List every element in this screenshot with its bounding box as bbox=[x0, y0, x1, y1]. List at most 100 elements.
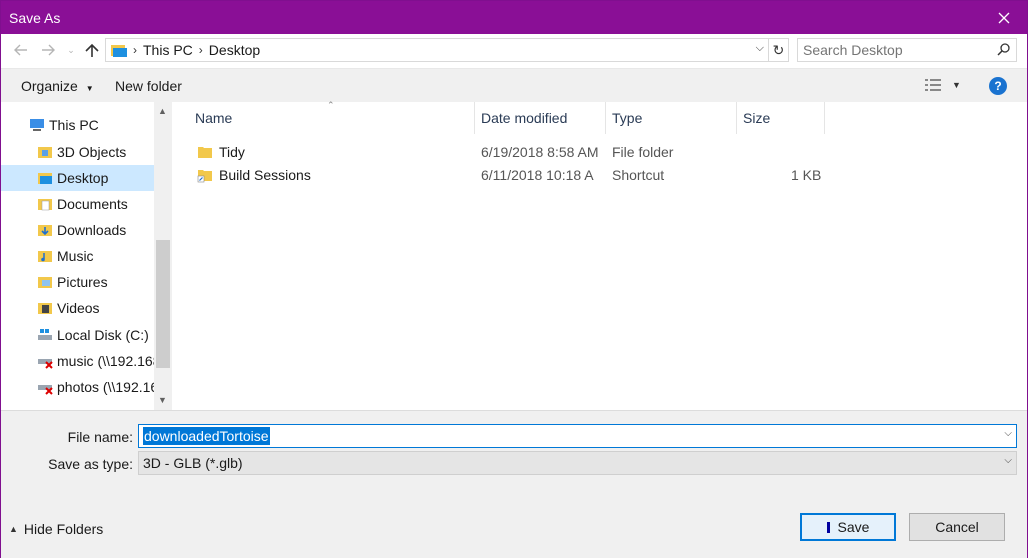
file-name: Tidy bbox=[219, 144, 245, 160]
sidebar-item-downloads[interactable]: Downloads bbox=[1, 217, 154, 243]
refresh-button[interactable]: ↻ bbox=[769, 38, 789, 62]
sidebar-item-label: Documents bbox=[57, 196, 128, 212]
sidebar-item-label: music (\\192.168 bbox=[57, 353, 154, 369]
save-type-label: Save as type: bbox=[48, 456, 133, 472]
search-input[interactable] bbox=[798, 39, 988, 61]
search-box[interactable] bbox=[797, 38, 1017, 62]
sidebar-item-documents[interactable]: Documents bbox=[1, 191, 154, 217]
breadcrumb-desktop[interactable]: Desktop bbox=[209, 42, 260, 58]
command-bar: Organize ▼ New folder ▼ ? bbox=[1, 68, 1027, 102]
folder-icon bbox=[198, 147, 212, 158]
pictures-folder-icon bbox=[38, 277, 52, 288]
file-type: File folder bbox=[612, 144, 674, 160]
file-type: Shortcut bbox=[612, 167, 665, 183]
sidebar-item-label: Music bbox=[57, 248, 94, 264]
save-type-select[interactable]: 3D - GLB (*.glb) ⌵ bbox=[138, 451, 1017, 475]
file-list: ⌃ Name Date modified Type Size Tidy 6/19… bbox=[172, 100, 1027, 410]
music-folder-icon bbox=[38, 251, 52, 262]
title-bar: Save As bbox=[1, 1, 1027, 34]
recent-locations-button[interactable]: ⌄ bbox=[61, 40, 81, 60]
desktop-folder-icon bbox=[111, 45, 127, 57]
drive-icon bbox=[38, 329, 52, 340]
file-size: 1 KB bbox=[791, 167, 822, 183]
forward-arrow-icon bbox=[42, 44, 55, 56]
scroll-down-icon[interactable]: ▼ bbox=[158, 395, 167, 405]
navigation-pane: This PC 3D Objects Desktop Documents Dow… bbox=[1, 102, 172, 410]
downloads-folder-icon bbox=[38, 225, 52, 236]
caret-up-icon: ▲ bbox=[9, 524, 18, 534]
hide-folders-button[interactable]: ▲ Hide Folders bbox=[9, 521, 103, 537]
search-icon bbox=[997, 43, 1010, 56]
chevron-right-icon: › bbox=[198, 43, 203, 57]
network-drive-disconnected-icon bbox=[38, 359, 53, 369]
save-button-label: Save bbox=[837, 519, 870, 535]
address-dropdown-icon[interactable]: ⌵ bbox=[756, 42, 764, 55]
sidebar-item-label: Downloads bbox=[57, 222, 127, 238]
sidebar-item-label: Pictures bbox=[57, 274, 108, 290]
organize-label: Organize bbox=[21, 78, 78, 94]
help-icon: ? bbox=[994, 79, 1002, 93]
sidebar-item-desktop[interactable]: Desktop bbox=[1, 165, 154, 191]
help-button[interactable]: ? bbox=[989, 77, 1007, 95]
view-options-button[interactable] bbox=[925, 78, 941, 95]
network-drive-disconnected-icon bbox=[38, 385, 53, 395]
folder-3d-icon bbox=[38, 147, 52, 158]
file-row-tidy[interactable]: Tidy 6/19/2018 8:58 AM File folder bbox=[192, 141, 822, 163]
hide-folders-label: Hide Folders bbox=[23, 521, 104, 537]
caret-down-icon: ▼ bbox=[85, 84, 94, 93]
scroll-up-icon[interactable]: ▲ bbox=[158, 106, 167, 116]
column-header-label: Type bbox=[612, 110, 643, 126]
up-button[interactable] bbox=[82, 40, 102, 60]
sidebar-item-local-disk[interactable]: Local Disk (C:) bbox=[1, 322, 154, 348]
sidebar-item-music[interactable]: Music bbox=[1, 243, 154, 269]
file-row-build-sessions[interactable]: Build Sessions 6/11/2018 10:18 A Shortcu… bbox=[192, 164, 822, 186]
sidebar-item-3d-objects[interactable]: 3D Objects bbox=[1, 139, 154, 165]
sidebar-item-label: Local Disk (C:) bbox=[57, 327, 149, 343]
save-button[interactable]: Save bbox=[800, 513, 896, 541]
file-name-field[interactable]: downloadedTortoise ⌵ bbox=[138, 424, 1017, 448]
chevron-down-icon[interactable]: ⌵ bbox=[1004, 455, 1012, 466]
close-icon bbox=[998, 12, 1010, 23]
column-header-name[interactable]: Name bbox=[189, 102, 475, 134]
file-name-value[interactable]: downloadedTortoise bbox=[143, 427, 270, 445]
file-date: 6/19/2018 8:58 AM bbox=[481, 144, 599, 160]
sidebar-item-videos[interactable]: Videos bbox=[1, 295, 154, 321]
column-header-date[interactable]: Date modified bbox=[475, 102, 606, 134]
back-arrow-icon bbox=[14, 44, 27, 56]
close-button[interactable] bbox=[981, 1, 1027, 34]
sidebar-item-music-network[interactable]: music (\\192.168 bbox=[1, 348, 154, 374]
sidebar-item-label: This PC bbox=[49, 117, 99, 133]
column-header-size[interactable]: Size bbox=[737, 102, 825, 134]
view-dropdown-icon[interactable]: ▼ bbox=[952, 80, 961, 90]
details-view-icon bbox=[925, 79, 941, 91]
forward-button[interactable] bbox=[38, 40, 58, 60]
videos-folder-icon bbox=[38, 303, 52, 314]
save-as-dialog: Save As ⌄ › This PC › Desktop ⌵ ↻ Search… bbox=[0, 0, 1028, 558]
address-bar-row: ⌄ › This PC › Desktop ⌵ ↻ bbox=[1, 34, 1027, 66]
breadcrumb-this-pc[interactable]: This PC bbox=[143, 42, 193, 58]
sidebar-item-label: 3D Objects bbox=[57, 144, 127, 160]
cancel-button-label: Cancel bbox=[935, 519, 979, 535]
new-folder-button[interactable]: New folder bbox=[115, 78, 182, 94]
up-arrow-icon bbox=[85, 43, 99, 57]
cancel-button[interactable]: Cancel bbox=[909, 513, 1005, 541]
organize-button[interactable]: Organize ▼ bbox=[21, 78, 94, 94]
sidebar-item-label: photos (\\192.16 bbox=[57, 379, 154, 395]
sidebar-item-photos-network[interactable]: photos (\\192.16 bbox=[1, 374, 154, 400]
save-type-value: 3D - GLB (*.glb) bbox=[143, 455, 243, 471]
desktop-folder-icon bbox=[38, 173, 52, 184]
address-field[interactable]: › This PC › Desktop ⌵ bbox=[105, 38, 769, 62]
sidebar-item-label: Desktop bbox=[57, 170, 109, 186]
sidebar-scrollbar[interactable]: ▲ ▼ bbox=[154, 102, 172, 410]
scrollbar-thumb[interactable] bbox=[156, 240, 170, 368]
sidebar-item-pictures[interactable]: Pictures bbox=[1, 269, 154, 295]
column-header-type[interactable]: Type bbox=[606, 102, 737, 134]
file-name: Build Sessions bbox=[219, 167, 311, 183]
chevron-down-icon[interactable]: ⌵ bbox=[1004, 428, 1012, 439]
sidebar-item-label: Videos bbox=[57, 300, 100, 316]
refresh-icon: ↻ bbox=[772, 41, 785, 58]
back-button[interactable] bbox=[11, 40, 31, 60]
new-folder-label: New folder bbox=[115, 78, 182, 94]
chevron-right-icon: › bbox=[133, 43, 137, 57]
sidebar-item-this-pc[interactable]: This PC bbox=[1, 112, 154, 138]
